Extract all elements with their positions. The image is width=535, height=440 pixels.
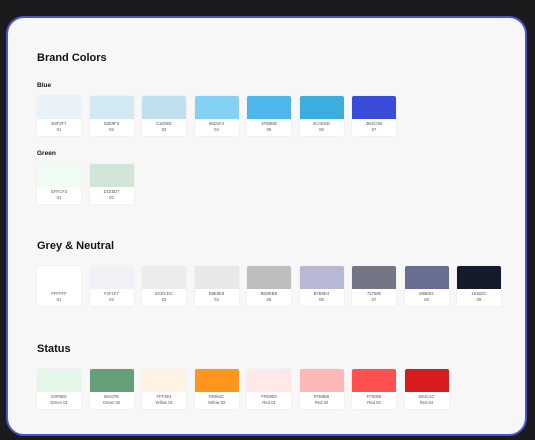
color-swatch[interactable]: FFE8E8 Red 01 xyxy=(247,369,291,409)
color-swatch[interactable]: 3B4CDB 07 xyxy=(352,96,396,136)
color-swatch[interactable]: FFF3E4 Yellow 01 xyxy=(142,369,186,409)
color-swatch[interactable]: D1E5D7 02 xyxy=(89,164,134,204)
swatch-color-chip xyxy=(299,96,344,119)
swatch-label: 01 xyxy=(56,127,62,132)
color-swatch[interactable]: 161B2C 09 xyxy=(457,266,501,306)
color-swatch[interactable]: D2E9F3 02 xyxy=(89,96,134,136)
swatch-label: 04 xyxy=(214,127,219,132)
color-swatch[interactable]: FFFFFF 01 xyxy=(37,266,81,306)
swatch-color-chip xyxy=(142,96,186,119)
swatch-label: Yellow 02 xyxy=(207,400,226,405)
color-palette-card: Brand Colors Blue E8F2F7 01 D2E9F3 02 C1E0EE… xyxy=(6,16,527,436)
swatch-color-chip xyxy=(247,96,291,119)
color-swatch[interactable]: E8F2F7 01 xyxy=(37,96,81,136)
swatch-color-chip xyxy=(352,266,396,289)
color-swatch[interactable]: 686E92 08 xyxy=(404,266,449,306)
color-swatch[interactable]: 3CAEDD 06 xyxy=(299,96,344,136)
swatch-color-chip xyxy=(142,266,186,289)
color-swatch[interactable]: D61C1C Red 04 xyxy=(404,369,449,409)
swatch-label: 06 xyxy=(319,127,324,132)
color-swatch[interactable]: FE961C Yellow 02 xyxy=(194,369,239,409)
color-swatch[interactable]: 4FB6EB 05 xyxy=(247,96,291,136)
swatch-label: 01 xyxy=(56,297,62,302)
swatch-color-chip xyxy=(247,266,291,289)
swatch-color-chip xyxy=(89,164,134,187)
swatch-label: 02 xyxy=(109,127,114,132)
swatch-label: 02 xyxy=(109,297,114,302)
swatch-label: Green 01 xyxy=(50,400,68,405)
color-swatch[interactable]: E8E8E8 04 xyxy=(194,266,239,306)
status-title: Status xyxy=(37,343,71,355)
swatch-label: 05 xyxy=(266,297,272,302)
grey-neutral-title: Grey & Neutral xyxy=(37,240,115,252)
green-group-title: Green xyxy=(37,150,56,157)
color-swatch[interactable]: E3F6E8 Green 01 xyxy=(37,369,81,409)
swatch-label: 03 xyxy=(161,127,167,132)
swatch-label: Red 02 xyxy=(314,400,329,405)
swatch-color-chip xyxy=(89,96,134,119)
swatch-color-chip xyxy=(142,369,186,392)
swatch-color-chip xyxy=(404,266,449,289)
swatch-color-chip xyxy=(89,369,134,392)
swatch-label: 05 xyxy=(266,127,272,132)
swatch-color-chip xyxy=(194,369,239,392)
color-swatch[interactable]: ECECEC 03 xyxy=(142,266,186,306)
swatch-label: Red 04 xyxy=(419,400,434,405)
swatch-label: 06 xyxy=(319,297,324,302)
swatch-label: 03 xyxy=(161,297,167,302)
swatch-color-chip xyxy=(299,369,344,392)
swatch-color-chip xyxy=(37,369,81,392)
swatch-color-chip xyxy=(37,266,81,289)
color-swatch[interactable]: BEBEBE 05 xyxy=(247,266,291,306)
swatch-color-chip xyxy=(352,96,396,119)
color-swatch[interactable]: 85D1F4 04 xyxy=(194,96,239,136)
color-swatch[interactable]: 66A07B Green 02 xyxy=(89,369,134,409)
swatch-color-chip xyxy=(352,369,396,392)
swatch-color-chip xyxy=(247,369,291,392)
swatch-color-chip xyxy=(194,96,239,119)
swatch-label: 02 xyxy=(109,195,114,200)
swatch-label: Green 02 xyxy=(102,400,121,405)
swatch-color-chip xyxy=(37,164,81,187)
swatch-label: 04 xyxy=(214,297,219,302)
swatch-label: 01 xyxy=(56,195,62,200)
swatch-color-chip xyxy=(299,266,344,289)
color-swatch[interactable]: B7B8D4 06 xyxy=(299,266,344,306)
swatch-label: 08 xyxy=(424,297,429,302)
swatch-label: Red 01 xyxy=(262,400,276,405)
swatch-label: Red 03 xyxy=(367,400,381,405)
color-swatch[interactable]: FFB8B8 Red 02 xyxy=(299,369,344,409)
color-swatch[interactable]: FF5050 Red 03 xyxy=(352,369,396,409)
swatch-label: 07 xyxy=(371,297,377,302)
swatch-label: 07 xyxy=(371,127,377,132)
brand-colors-title: Brand Colors xyxy=(37,52,107,64)
blue-group-title: Blue xyxy=(37,82,52,89)
swatch-label: Yellow 01 xyxy=(155,400,173,405)
swatch-color-chip xyxy=(194,266,239,289)
swatch-color-chip xyxy=(89,266,134,289)
swatch-color-chip xyxy=(37,96,81,119)
swatch-color-chip xyxy=(404,369,449,392)
color-swatch[interactable]: EFFCF3 01 xyxy=(37,164,81,204)
color-swatch[interactable]: F1F1F7 02 xyxy=(89,266,134,306)
color-swatch[interactable]: C1E0EE 03 xyxy=(142,96,186,136)
swatch-color-chip xyxy=(457,266,501,289)
color-swatch[interactable]: 727685 07 xyxy=(352,266,396,306)
swatch-label: 09 xyxy=(476,297,482,302)
